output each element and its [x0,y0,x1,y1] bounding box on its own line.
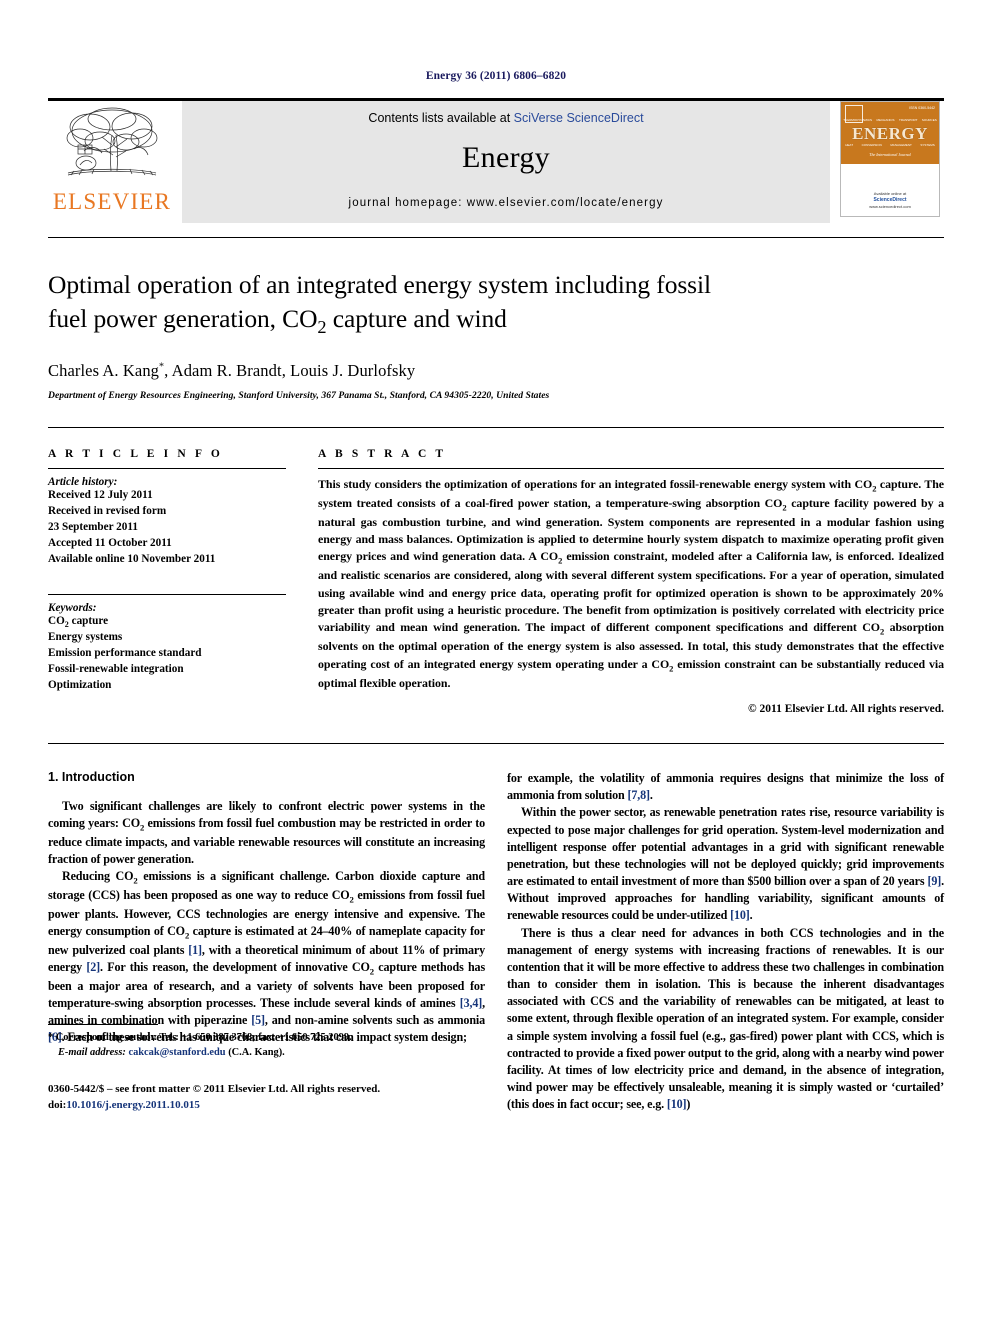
keyword-item: CO2 capture [48,614,109,629]
cover-topic-words-top: THERMODYNAMICS MECHANICS TRANSPORT SOURC… [841,118,939,122]
elsevier-tree-icon [66,107,158,176]
page-title: Optimal operation of an integrated energ… [48,268,944,339]
contents-prefix: Contents lists available at [368,111,514,125]
author-list: Charles A. Kang*, Adam R. Brandt, Louis … [48,361,944,381]
cover-journal-title: ENERGY [852,124,928,143]
cover-word: TRANSPORT [898,118,918,122]
cover-subtitle: The International Journal [869,152,911,157]
abstract-text: This study considers the optimization of… [318,476,945,690]
cover-word: MANAGEMENT [890,143,912,147]
keyword-item: Fossil-renewable integration [48,663,184,675]
elsevier-wordmark: ELSEVIER [52,189,172,214]
divider [48,467,286,469]
masthead-center: Contents lists available at SciVerse Sci… [182,101,830,223]
paragraph: Reducing CO2 emissions is a significant … [48,869,486,1045]
citation-link[interactable]: [1] [188,943,202,957]
sciencedirect-link[interactable]: SciVerse ScienceDirect [514,111,644,125]
authors-remaining: , Adam R. Brandt, Louis J. Durlofsky [164,360,416,380]
citation-link[interactable]: [10] [667,1097,687,1111]
cover-footer: Available online at ScienceDirect www.sc… [841,191,939,211]
divider [318,467,944,469]
issn-copyright-block: 0360-5442/$ – see front matter © 2011 El… [48,1082,485,1113]
keyword-item: Optimization [48,678,112,691]
body-right-column: for example, the volatility of ammonia r… [507,770,944,1113]
citation-link[interactable]: [3,4] [460,996,483,1010]
email-label: E-mail address: [58,1047,126,1059]
footnote-divider [48,1024,158,1026]
cover-sciencedirect-mark: ScienceDirect [873,196,907,203]
body-left-column: 1. Introduction Two significant challeng… [48,770,485,1113]
history-item: Received in revised form [48,504,167,517]
contents-available-line: Contents lists available at SciVerse Sci… [368,111,643,125]
email-link[interactable]: cakcak@stanford.edu [128,1047,225,1058]
cover-issn-code: ISSN 0360-5442 [909,106,935,110]
keywords-block: Keywords: CO2 capture Energy systems Emi… [48,593,286,694]
publisher-logo: ELSEVIER [48,101,176,223]
keyword-item: Energy systems [48,631,123,644]
email-suffix: (C.A. Kang). [225,1047,285,1059]
cover-word: SYSTEMS [920,143,935,147]
keywords-label: Keywords: [48,601,97,614]
doi-link[interactable]: 10.1016/j.energy.2011.10.015 [66,1099,200,1111]
affiliation: Department of Energy Resources Engineeri… [48,389,550,401]
journal-title: Energy [462,141,550,174]
title-line-2-b: capture and wind [326,303,507,333]
paragraph: Within the power sector, as renewable pe… [507,805,944,923]
author-first: Charles A. Kang [48,360,160,380]
cover-image: ISSN 0360-5442 THERMODYNAMICS MECHANICS … [840,101,940,217]
history-item: Accepted 11 October 2011 [48,536,172,549]
citation-link[interactable]: [10] [730,908,750,922]
citation-link[interactable]: [2] [86,960,100,974]
section-heading-introduction: 1. Introduction [48,769,135,784]
journal-homepage-line[interactable]: journal homepage: www.elsevier.com/locat… [349,197,664,209]
doi-line: doi:10.1016/j.energy.2011.10.015 [48,1098,485,1114]
cover-word: MECHANICS [876,118,895,122]
cover-top-band: ISSN 0360-5442 THERMODYNAMICS MECHANICS … [841,102,939,164]
cover-url: www.sciencedirect.com [869,204,911,209]
paragraph: There is thus a clear need for advances … [507,925,944,1112]
keyword-item: Emission performance standard [48,647,202,660]
cover-topic-words-bottom: HEAT CONVERSION MANAGEMENT SYSTEMS [841,143,939,147]
title-line-2-a: fuel power generation, CO [48,303,318,333]
abstract-heading: A B S T R A C T [318,447,447,460]
running-head: Energy 36 (2011) 6806–6820 [425,70,567,82]
title-subscript: 2 [317,316,327,337]
email-note: E-mail address: cakcak@stanford.edu (C.A… [48,1045,485,1060]
body-columns: 1. Introduction Two significant challeng… [48,742,944,1113]
title-block: Optimal operation of an integrated energ… [48,237,944,401]
cover-word: HEAT [845,143,854,147]
journal-masthead: ELSEVIER Contents lists available at Sci… [48,98,944,223]
article-info-heading: A R T I C L E I N F O [48,447,223,460]
article-history-label: Article history: [48,475,118,488]
article-info-column: A R T I C L E I N F O Article history: R… [48,448,306,715]
cover-word: THERMODYNAMICS [843,118,873,122]
journal-cover-thumbnail[interactable]: ISSN 0360-5442 THERMODYNAMICS MECHANICS … [836,101,944,223]
issn-line: 0360-5442/$ – see front matter © 2011 El… [48,1083,381,1096]
footnote-area: * Corresponding author. Tel.: +1 650 387… [48,1024,485,1113]
title-line-1: Optimal operation of an integrated energ… [48,270,711,299]
abstract-column: A B S T R A C T This study considers the… [306,448,944,715]
cover-word: CONVERSION [861,143,882,147]
paragraph: Two significant challenges are likely to… [48,798,485,867]
doi-label: doi: [48,1098,67,1111]
history-item: Available online 10 November 2011 [48,552,216,565]
paper-page: Energy 36 (2011) 6806–6820 ELSEVIER Cont… [0,0,992,1323]
citation-link[interactable]: [7,8] [627,788,650,802]
citation-link[interactable]: [9] [927,874,941,888]
paragraph-continued: for example, the volatility of ammonia r… [507,770,944,803]
info-abstract-row: A R T I C L E I N F O Article history: R… [48,426,944,715]
copyright-line: © 2011 Elsevier Ltd. All rights reserved… [748,702,944,715]
history-item: Received 12 July 2011 [48,488,153,501]
corresponding-author-text: Corresponding author. Tel.: +1 650 387 3… [53,1032,352,1044]
cover-word: SOURCES [921,118,937,122]
divider [48,593,286,595]
corresponding-author-note: * Corresponding author. Tel.: +1 650 387… [48,1030,485,1045]
history-item: 23 September 2011 [48,520,138,533]
